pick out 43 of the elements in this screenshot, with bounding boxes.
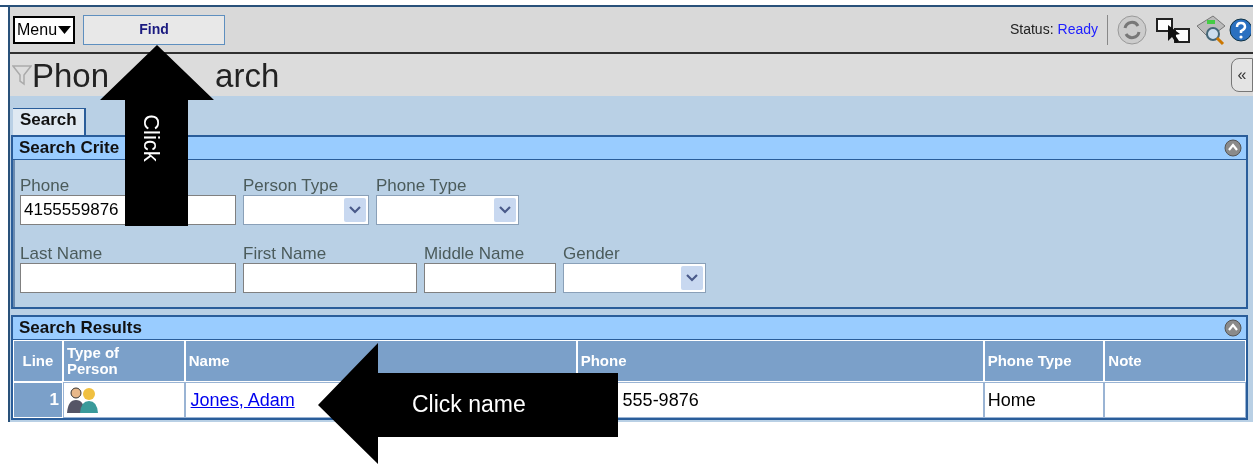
menu-button[interactable]: Menu	[13, 15, 76, 44]
field-label: First Name	[243, 244, 328, 263]
status-label: Status:	[1009, 20, 1054, 39]
column-header[interactable]: Type of Person	[62, 340, 185, 382]
tab[interactable]: Search	[13, 108, 86, 135]
collapse-icon[interactable]	[1224, 319, 1242, 337]
dropdown[interactable]	[376, 195, 519, 225]
name-link[interactable]: Jones, Adam	[190, 386, 295, 414]
dropdown[interactable]	[243, 195, 369, 225]
collapse-button[interactable]: «	[1231, 58, 1253, 92]
help-icon[interactable]	[1227, 15, 1251, 44]
annotation-label: Click name	[412, 393, 526, 416]
section-title: Search Results	[19, 317, 142, 340]
section-title: Search Crite	[19, 137, 120, 160]
chevron-down-icon	[344, 198, 366, 222]
input-field[interactable]	[20, 263, 236, 293]
field-label: Phone Type	[376, 176, 468, 195]
line-number: 1	[13, 382, 63, 418]
field-label: Person Type	[243, 176, 340, 195]
collapse-icon[interactable]	[1224, 139, 1242, 157]
table-cell: Home	[983, 382, 1105, 418]
field-label: Middle Name	[424, 244, 526, 263]
status-value: Ready	[1057, 20, 1098, 39]
page-title: Phon	[32, 58, 110, 92]
field-label: Phone	[20, 176, 71, 195]
input-field[interactable]	[243, 263, 417, 293]
phone-search-icon[interactable]	[1195, 13, 1227, 46]
input-field[interactable]	[424, 263, 556, 293]
caret-icon	[58, 25, 72, 34]
column-header[interactable]: Phone	[576, 340, 984, 382]
people-icon	[65, 386, 100, 414]
find-button[interactable]: Find	[83, 14, 226, 45]
annotation-label: Click	[139, 114, 162, 162]
dropdown[interactable]	[563, 263, 706, 293]
column-header[interactable]: Line	[13, 340, 63, 382]
field-label: Last Name	[20, 244, 104, 263]
chevron-down-icon	[494, 198, 516, 222]
refresh-icon[interactable]	[1117, 14, 1147, 45]
column-header[interactable]: Note	[1104, 340, 1246, 382]
chevron-down-icon	[681, 266, 703, 290]
page-title: arch	[215, 58, 280, 92]
field-label: Gender	[563, 244, 621, 263]
column-header[interactable]: Phone Type	[983, 340, 1105, 382]
